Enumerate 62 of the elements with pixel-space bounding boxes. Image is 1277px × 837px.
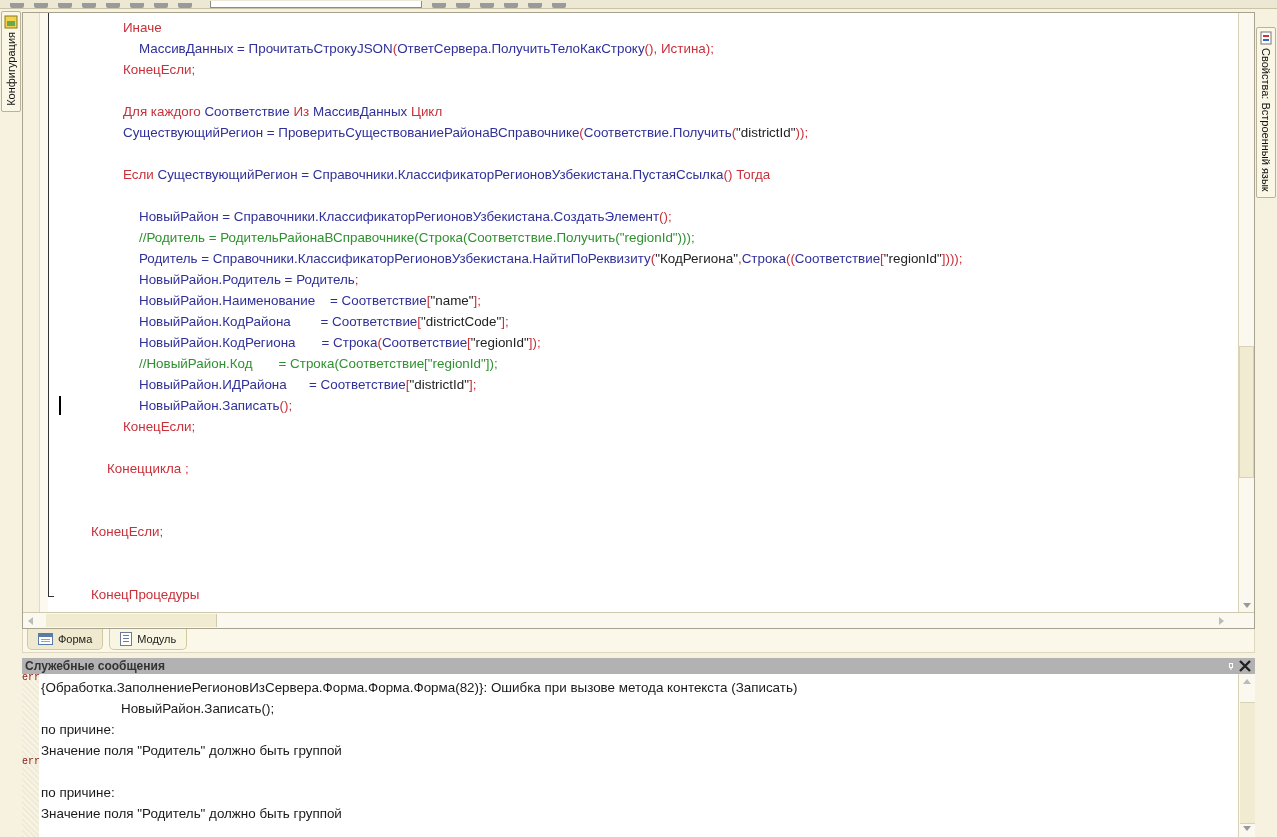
toolbar-icon[interactable] — [528, 3, 542, 8]
code-line: Если СуществующийРегион = Справочники.КлассификаторРегионовУзбекистана.ПустаяСсылка() Тогда — [123, 167, 771, 182]
toolbar-icon[interactable] — [34, 3, 48, 8]
message-text: Значение поля "Родитель" должно быть группой — [41, 743, 342, 758]
code-line: НовыйРайон.Записать(); — [139, 398, 293, 413]
configuration-tab[interactable]: Конфигурация — [1, 11, 21, 112]
properties-tab[interactable]: Свойства: Встроенный язык — [1256, 27, 1276, 198]
toolbar-icon[interactable] — [456, 3, 470, 8]
toolbar-icon[interactable] — [10, 3, 24, 8]
toolbar-icon[interactable] — [106, 3, 120, 8]
module-icon — [120, 632, 133, 646]
vertical-scrollbar[interactable] — [1238, 674, 1255, 837]
pin-icon[interactable] — [1229, 662, 1233, 670]
editor-tab[interactable]: Модуль — [109, 629, 188, 650]
message-text: по причине: — [41, 722, 115, 737]
scroll-thumb[interactable] — [1239, 702, 1255, 824]
toolbar-icon[interactable] — [130, 3, 144, 8]
error-marker: err — [22, 672, 40, 684]
scroll-right-icon[interactable] — [1219, 616, 1224, 625]
toolbar-icon[interactable] — [154, 3, 168, 8]
vertical-scrollbar[interactable] — [1238, 13, 1254, 612]
code-line: КонецЕсли; — [91, 524, 164, 539]
code-line: //НовыйРайон.Код = Строка(Соответствие["regionId"]); — [139, 356, 498, 371]
code-line: МассивДанных = ПрочитатьСтрокуJSON(ОтветСервера.ПолучитьТелоКакСтроку(), Истина); — [139, 41, 714, 56]
close-icon[interactable] — [1239, 660, 1251, 672]
document-icon — [1259, 31, 1273, 45]
code-line: Конеццикла ; — [107, 461, 189, 476]
scroll-left-icon[interactable] — [28, 616, 33, 625]
toolbar-icon[interactable] — [480, 3, 494, 8]
editor-tab[interactable]: Форма — [27, 629, 104, 650]
toolbar-icon[interactable] — [58, 3, 72, 8]
toolbar-icon[interactable] — [552, 3, 566, 8]
panel-title: Служебные сообщения — [25, 659, 166, 673]
code-line: КонецЕсли; — [123, 62, 196, 77]
code-line: НовыйРайон.ИДРайона = Соответствие["districtId"]; — [139, 377, 477, 392]
message-text: Значение поля "Родитель" должно быть группой — [41, 806, 342, 821]
message-text: по причине: — [41, 785, 115, 800]
message-text: НовыйРайон.Записать(); — [121, 701, 275, 716]
code-line: НовыйРайон.КодРайона = Соответствие["districtCode"]; — [139, 314, 509, 329]
scroll-down-icon[interactable] — [1243, 826, 1251, 831]
scroll-up-icon[interactable] — [1243, 679, 1251, 684]
code-line: Иначе — [123, 20, 162, 35]
toolbar-icon[interactable] — [432, 3, 446, 8]
code-line: НовыйРайон = Справочники.КлассификаторРегионовУзбекистана.СоздатьЭлемент(); — [139, 209, 672, 224]
code-line: КонецПроцедуры — [91, 587, 200, 602]
toolbar-icon[interactable] — [82, 3, 96, 8]
toolbar-icon[interactable] — [504, 3, 518, 8]
toolbar-icon[interactable] — [178, 3, 192, 8]
code-line: //Родитель = РодительРайонаВСправочнике(Строка(Соответствие.Получить("regionId"))); — [139, 230, 695, 245]
code-line: СуществующийРегион = ПроверитьСуществованиеРайонаВСправочнике(Соответствие.Получить("districtId")); — [123, 125, 809, 140]
scroll-thumb[interactable] — [1239, 346, 1254, 478]
code-line: НовыйРайон.Родитель = Родитель; — [139, 272, 359, 287]
code-line: НовыйРайон.КодРегиона = Строка(Соответствие["regionId"]); — [139, 335, 541, 350]
code-line: Родитель = Справочники.КлассификаторРегионовУзбекистана.НайтиПоРеквизиту("КодРегиона",Строка((Соответствие["regionId"]))); — [139, 251, 963, 266]
code-line: НовыйРайон.Наименование = Соответствие["name"]; — [139, 293, 481, 308]
error-marker: err — [22, 756, 40, 768]
form-icon — [38, 633, 53, 645]
message-text: {Обработка.ЗаполнениеРегионовИзСервера.Форма.Форма.Форма(82)}: Ошибка при вызове метода контекста (Записать) — [41, 680, 798, 695]
horizontal-scrollbar[interactable] — [23, 612, 1254, 628]
code-line: Для каждого Соответствие Из МассивДанных Цикл — [123, 104, 443, 119]
code-line: КонецЕсли; — [123, 419, 196, 434]
scroll-down-icon[interactable] — [1242, 602, 1251, 608]
